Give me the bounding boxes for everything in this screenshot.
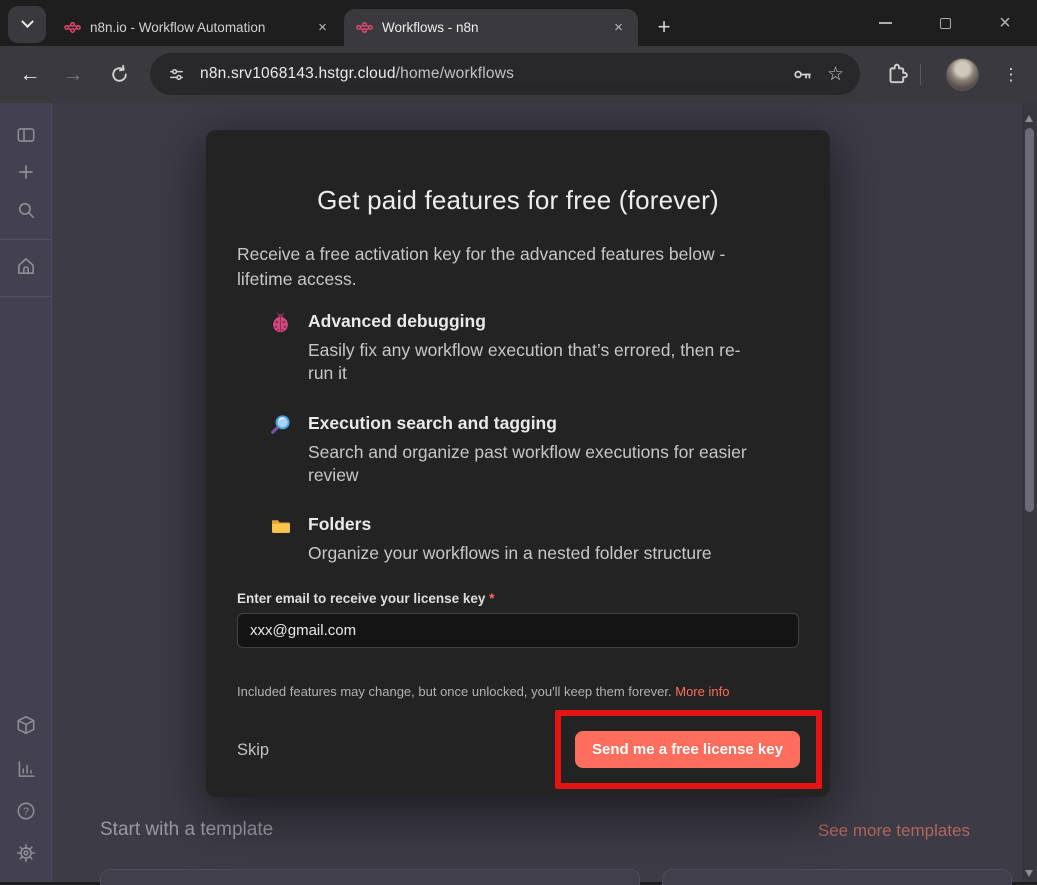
magnifier-icon: [270, 414, 291, 435]
tab-workflows[interactable]: Workflows - n8n ×: [344, 9, 638, 46]
search-icon[interactable]: [15, 199, 37, 221]
scroll-up-arrow-icon[interactable]: [1025, 115, 1033, 122]
browser-titlebar: n8n.io - Workflow Automation × Workflows…: [0, 0, 1037, 46]
license-modal: Get paid features for free (forever) Rec…: [206, 130, 830, 797]
help-icon[interactable]: ?: [15, 800, 37, 822]
email-label-text: Enter email to receive your license key: [237, 591, 489, 606]
tab-title: Workflows - n8n: [382, 20, 600, 35]
close-tab-icon[interactable]: ×: [609, 18, 628, 37]
feature-advanced-debugging: Advanced debugging Easily fix any workfl…: [270, 311, 750, 386]
settings-gear-icon[interactable]: [15, 842, 37, 864]
template-section-title: Start with a template: [100, 819, 273, 841]
app-sidebar: ?: [0, 103, 52, 882]
feature-title: Execution search and tagging: [308, 413, 750, 434]
modal-subtitle: Receive a free activation key for the ad…: [237, 242, 782, 292]
maximize-button[interactable]: [915, 0, 975, 46]
close-icon: ×: [999, 13, 1011, 33]
feature-description: Search and organize past workflow execut…: [308, 441, 750, 488]
tab-title: n8n.io - Workflow Automation: [90, 20, 304, 35]
page-scrollbar[interactable]: [1022, 103, 1037, 882]
panel-toggle-icon[interactable]: [15, 124, 37, 146]
required-asterisk: *: [489, 591, 494, 606]
browser-menu-button[interactable]: ⋮: [997, 61, 1025, 89]
url-path: /home/workflows: [396, 65, 514, 82]
email-label: Enter email to receive your license key …: [237, 591, 494, 606]
puzzle-icon: [884, 62, 908, 86]
browser-toolbar: ← → n8n.srv1068143.hstgr.cloud/home/work…: [0, 46, 1037, 103]
disclaimer-text: Included features may change, but once u…: [237, 684, 729, 699]
address-bar[interactable]: n8n.srv1068143.hstgr.cloud/home/workflow…: [150, 53, 860, 95]
insights-chart-icon[interactable]: [15, 758, 37, 780]
minimize-icon: [879, 22, 892, 24]
see-more-templates-link[interactable]: See more templates: [818, 821, 970, 841]
scrollbar-thumb[interactable]: [1025, 128, 1034, 512]
window-controls: ×: [855, 0, 1035, 46]
more-info-link[interactable]: More info: [675, 684, 729, 699]
close-window-button[interactable]: ×: [975, 0, 1035, 46]
close-tab-icon[interactable]: ×: [313, 18, 332, 37]
back-button[interactable]: ←: [10, 46, 50, 103]
password-manager-button[interactable]: [792, 64, 813, 85]
scroll-down-arrow-icon[interactable]: [1025, 870, 1033, 877]
home-icon[interactable]: [15, 255, 37, 277]
feature-list: Advanced debugging Easily fix any workfl…: [270, 311, 750, 592]
modal-title: Get paid features for free (forever): [206, 185, 830, 216]
feature-execution-search: Execution search and tagging Search and …: [270, 413, 750, 488]
template-card[interactable]: [662, 869, 1012, 885]
ladybug-icon: [270, 312, 291, 333]
extensions-button[interactable]: [884, 62, 908, 86]
chevron-down-icon: [21, 15, 34, 28]
n8n-favicon-icon: [64, 19, 81, 36]
feature-folders: Folders Organize your workflows in a nes…: [270, 514, 750, 565]
url-text: n8n.srv1068143.hstgr.cloud/home/workflow…: [200, 65, 514, 83]
reload-icon: [109, 64, 130, 85]
toolbar-separator: [920, 64, 921, 85]
site-settings-button[interactable]: [163, 61, 189, 87]
n8n-app: ? Start with a template See more templat…: [0, 103, 1037, 882]
feature-description: Easily fix any workflow execution that’s…: [308, 339, 750, 386]
svg-text:?: ?: [23, 806, 29, 818]
disclaimer-body: Included features may change, but once u…: [237, 684, 675, 699]
feature-description: Organize your workflows in a nested fold…: [308, 542, 750, 565]
add-workflow-icon[interactable]: [15, 161, 37, 183]
key-icon: [792, 64, 813, 85]
maximize-icon: [940, 18, 951, 29]
feature-title: Advanced debugging: [308, 311, 750, 332]
folder-icon: [270, 515, 291, 536]
tab-search-button[interactable]: [8, 6, 46, 43]
sidebar-divider: [0, 239, 51, 240]
profile-avatar[interactable]: [946, 58, 979, 91]
templates-package-icon[interactable]: [15, 714, 37, 736]
skip-button[interactable]: Skip: [237, 741, 269, 760]
url-domain: n8n.srv1068143.hstgr.cloud: [200, 65, 396, 82]
forward-button[interactable]: →: [53, 46, 93, 103]
feature-title: Folders: [308, 514, 750, 535]
send-license-key-button[interactable]: Send me a free license key: [575, 731, 800, 768]
email-input[interactable]: [237, 613, 799, 648]
bookmark-star-button[interactable]: ☆: [827, 63, 844, 86]
reload-button[interactable]: [99, 46, 139, 103]
tune-icon: [167, 65, 186, 84]
new-tab-button[interactable]: +: [648, 11, 680, 43]
minimize-button[interactable]: [855, 0, 915, 46]
tab-n8n-io[interactable]: n8n.io - Workflow Automation ×: [52, 9, 342, 46]
sidebar-divider: [0, 296, 51, 297]
n8n-favicon-icon: [356, 19, 373, 36]
template-card[interactable]: [100, 869, 640, 885]
